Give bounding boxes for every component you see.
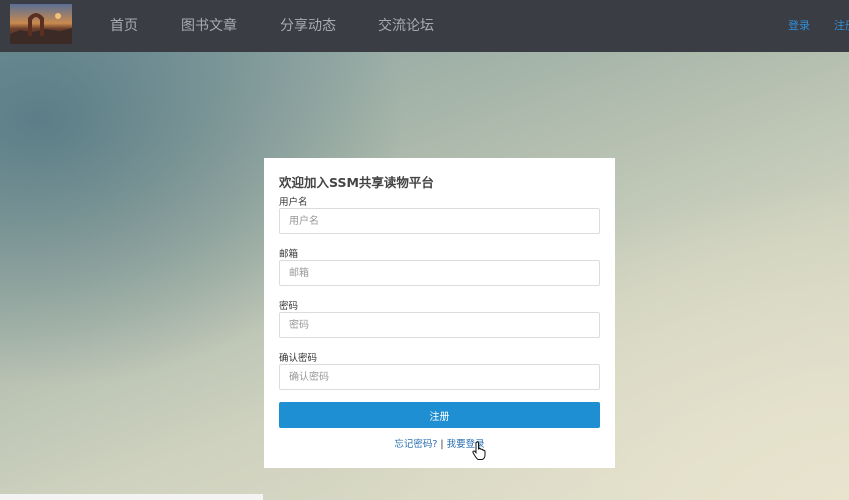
password-input[interactable] bbox=[279, 312, 600, 338]
username-label: 用户名 bbox=[279, 197, 308, 208]
nav-login-link[interactable]: 登录 bbox=[788, 17, 810, 33]
register-button[interactable]: 注册 bbox=[279, 402, 600, 428]
email-input[interactable] bbox=[279, 260, 600, 286]
nav-share-updates[interactable]: 分享动态 bbox=[280, 15, 336, 35]
password-label: 密码 bbox=[279, 301, 299, 312]
link-separator: | bbox=[437, 439, 447, 450]
hand-pointer-icon bbox=[472, 441, 486, 465]
nav-books-articles[interactable]: 图书文章 bbox=[181, 15, 237, 35]
nav-forum[interactable]: 交流论坛 bbox=[378, 15, 434, 35]
arch-landscape-icon bbox=[10, 13, 72, 44]
bottom-links: 忘记密码? | 我要登录 bbox=[264, 436, 615, 450]
forgot-password-link[interactable]: 忘记密码? bbox=[394, 439, 437, 450]
username-input[interactable] bbox=[279, 208, 600, 234]
confirm-password-input[interactable] bbox=[279, 364, 600, 390]
email-label: 邮箱 bbox=[279, 249, 299, 260]
footer-strip bbox=[0, 494, 263, 500]
site-logo[interactable] bbox=[10, 4, 72, 44]
register-card: 欢迎加入SSM共享读物平台 用户名 邮箱 密码 确认密码 注册 忘记密码? | … bbox=[264, 158, 615, 468]
nav-register-link[interactable]: 注册 bbox=[834, 17, 849, 33]
top-navbar: 首页 图书文章 分享动态 交流论坛 登录 注册 bbox=[0, 0, 849, 52]
confirm-password-label: 确认密码 bbox=[279, 353, 318, 364]
form-title: 欢迎加入SSM共享读物平台 bbox=[279, 175, 434, 190]
nav-home[interactable]: 首页 bbox=[110, 15, 138, 35]
